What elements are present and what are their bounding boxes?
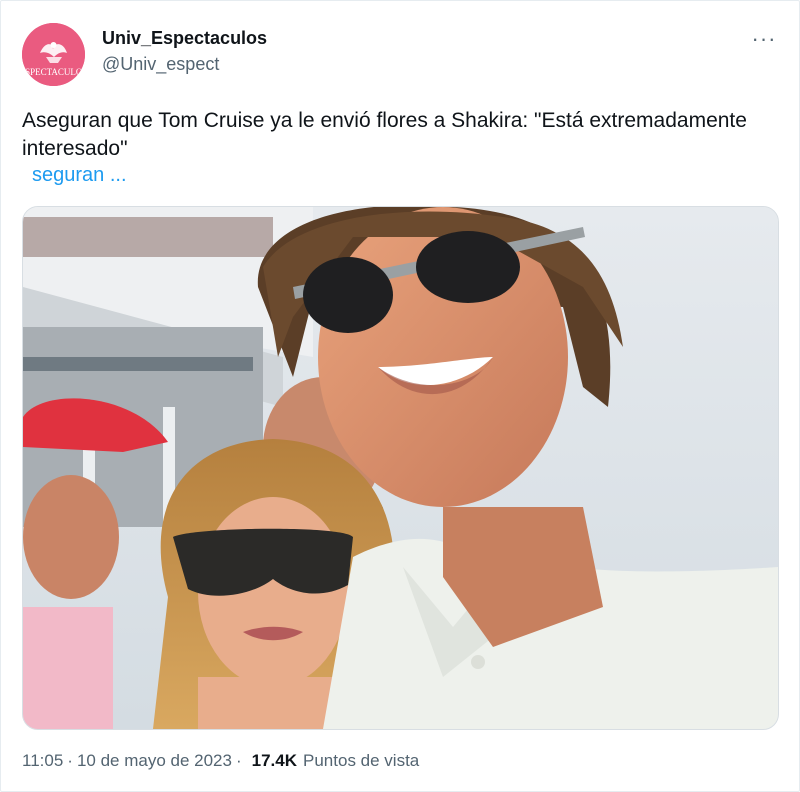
- views-label: Puntos de vista: [303, 751, 420, 770]
- avatar-logo: ESPECTACULOS: [22, 23, 85, 86]
- tweet-date[interactable]: 10 de mayo de 2023: [77, 751, 232, 771]
- more-horizontal-icon: ···: [751, 26, 777, 51]
- author-name[interactable]: Univ_Espectaculos: [102, 28, 267, 49]
- tweet-time[interactable]: 11:05: [22, 751, 63, 771]
- avatar-text: ESPECTACULOS: [22, 67, 85, 77]
- author-handle[interactable]: @Univ_espect: [102, 54, 219, 75]
- author-avatar[interactable]: ESPECTACULOS: [22, 23, 85, 86]
- meta-separator: ·: [67, 751, 73, 770]
- more-options-button[interactable]: ···: [749, 27, 779, 51]
- views-count: 17.4K: [251, 751, 298, 770]
- tweet-meta: 11:05 · 10 de mayo de 2023 · 17.4K Punto…: [22, 751, 419, 771]
- meta-separator-2: ·: [235, 751, 242, 770]
- tweet-card: ESPECTACULOS Univ_Espectaculos @Univ_esp…: [0, 0, 800, 792]
- tweet-link[interactable]: seguran ...: [32, 164, 127, 187]
- tweet-text: Aseguran que Tom Cruise ya le envió flor…: [22, 109, 747, 160]
- tweet-photo[interactable]: [22, 206, 779, 730]
- photo-illustration: [23, 207, 778, 729]
